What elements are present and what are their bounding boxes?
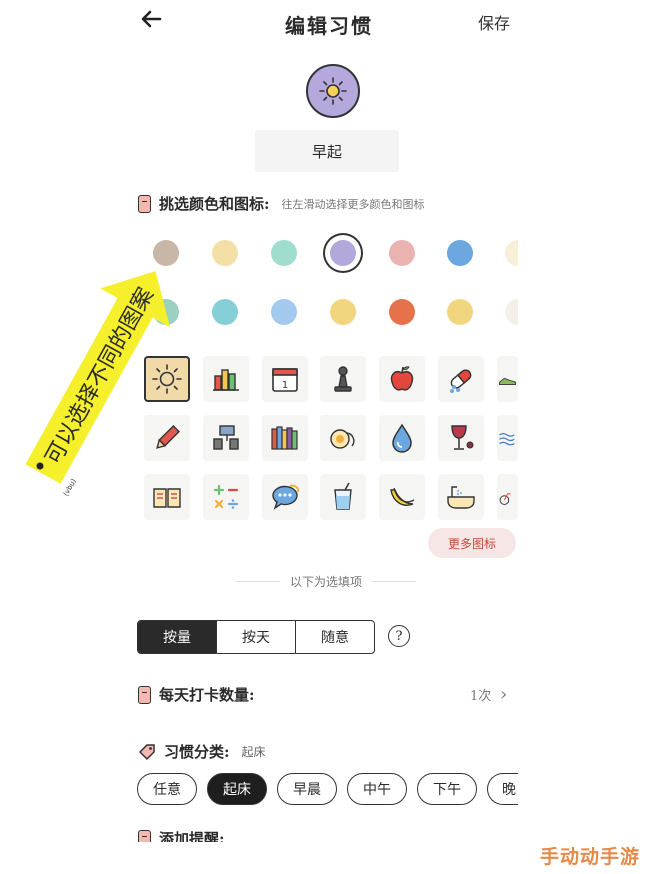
page: 编辑习惯 保存 早起 挑选颜色和图标: 往左滑动选择更多颜色和图标 1 更多图标… bbox=[0, 0, 654, 874]
watermark-text: 手动动手游 bbox=[540, 846, 641, 868]
annotation-dot bbox=[36, 462, 44, 470]
annotation-small-text: (vbu) bbox=[62, 477, 78, 497]
annotation-text: 可以选择不同的图案 bbox=[41, 284, 159, 469]
annotation-overlay: 可以选择不同的图案 (vbu) bbox=[25, 271, 171, 497]
